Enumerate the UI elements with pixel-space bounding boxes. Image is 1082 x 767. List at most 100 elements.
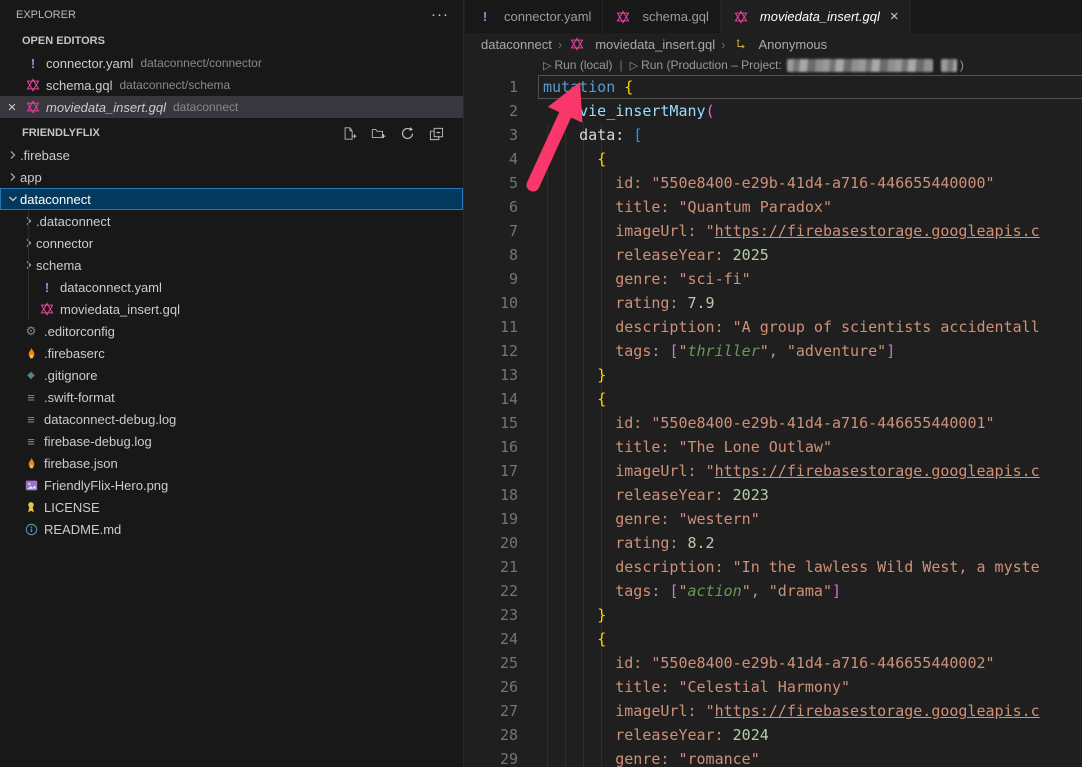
code-line[interactable]: 10 rating: 7.9: [465, 291, 1082, 315]
code-token: "Celestial Harmony": [678, 678, 850, 696]
run-icon: ▷: [543, 59, 551, 72]
code-token: [543, 318, 615, 336]
open-editors-header[interactable]: OPEN EDITORS: [0, 30, 463, 52]
graphql-icon: [24, 100, 42, 114]
breadcrumb-item-dataconnect[interactable]: dataconnect: [481, 37, 552, 52]
code-line[interactable]: 13 }: [465, 363, 1082, 387]
code-line[interactable]: 29 genre: "romance": [465, 747, 1082, 767]
tree-item-dataconnect[interactable]: dataconnect: [0, 188, 463, 210]
code-line[interactable]: 25 id: "550e8400-e29b-41d4-a716-44665544…: [465, 651, 1082, 675]
tab-moviedata-insert-gql[interactable]: moviedata_insert.gql×: [721, 0, 911, 33]
code-line[interactable]: 19 genre: "western": [465, 507, 1082, 531]
tree-item-friendlyflix-hero-png[interactable]: FriendlyFlix-Hero.png: [0, 474, 463, 496]
tree-item-label: .gitignore: [44, 368, 97, 383]
code-line[interactable]: 26 title: "Celestial Harmony": [465, 675, 1082, 699]
tab-schema-gql[interactable]: schema.gql: [603, 0, 720, 33]
tree-item--firebaserc[interactable]: .firebaserc: [0, 342, 463, 364]
graphql-icon: [614, 10, 632, 24]
line-number: 14: [465, 387, 518, 411]
code-line[interactable]: 14 {: [465, 387, 1082, 411]
code-token: imageUrl:: [615, 462, 696, 480]
new-file-button[interactable]: [340, 126, 362, 141]
code-line[interactable]: 15 id: "550e8400-e29b-41d4-a716-44665544…: [465, 411, 1082, 435]
code-token: ", "adventure": [760, 342, 886, 360]
info-glyph: [25, 523, 38, 536]
list-glyph: ≡: [27, 434, 35, 449]
new-folder-button[interactable]: [369, 126, 391, 141]
project-name-label: FRIENDLYFLIX: [22, 127, 100, 139]
tree-item--gitignore[interactable]: ◆.gitignore: [0, 364, 463, 386]
code-token: [697, 222, 706, 240]
refresh-explorer-button[interactable]: [398, 126, 420, 141]
tree-item-license[interactable]: LICENSE: [0, 496, 463, 518]
code-line-content: title: "Celestial Harmony": [543, 675, 850, 699]
tree-item-app[interactable]: app: [0, 166, 463, 188]
project-section-header[interactable]: FRIENDLYFLIX: [0, 122, 463, 144]
line-number: 9: [465, 267, 518, 291]
code-token: 7.9: [688, 294, 715, 312]
code-area[interactable]: 1mutation {2 movie_insertMany(3 data: [4…: [465, 75, 1082, 767]
tree-item-label: dataconnect-debug.log: [44, 412, 176, 427]
image-icon: [22, 479, 40, 492]
collapse-folders-button[interactable]: [427, 126, 449, 141]
code-token: [543, 606, 597, 624]
code-line[interactable]: 18 releaseYear: 2023: [465, 483, 1082, 507]
code-line[interactable]: 4 {: [465, 147, 1082, 171]
code-line[interactable]: 23 }: [465, 603, 1082, 627]
run-production-link[interactable]: ▷Run (Production – Project:: [630, 58, 782, 72]
tree-item--swift-format[interactable]: ≡.swift-format: [0, 386, 463, 408]
tree-item-schema[interactable]: schema: [0, 254, 463, 276]
code-token: releaseYear:: [615, 246, 723, 264]
code-line[interactable]: 6 title: "Quantum Paradox": [465, 195, 1082, 219]
explorer-sidebar: EXPLORER ··· OPEN EDITORS !connector.yam…: [0, 0, 464, 767]
code-line[interactable]: 17 imageUrl: "https://firebasestorage.go…: [465, 459, 1082, 483]
code-token: [: [633, 126, 642, 144]
code-line[interactable]: 24 {: [465, 627, 1082, 651]
more-actions-icon[interactable]: ···: [431, 10, 449, 20]
tree-item-moviedata-insert-gql[interactable]: moviedata_insert.gql: [0, 298, 463, 320]
tree-item--dataconnect[interactable]: .dataconnect: [0, 210, 463, 232]
line-number: 19: [465, 507, 518, 531]
code-line[interactable]: 11 description: "A group of scientists a…: [465, 315, 1082, 339]
open-editor-item[interactable]: !connector.yamldataconnect/connector: [0, 52, 463, 74]
code-line[interactable]: 22 tags: ["action", "drama"]: [465, 579, 1082, 603]
code-line[interactable]: 7 imageUrl: "https://firebasestorage.goo…: [465, 219, 1082, 243]
tree-item-firebase-debug-log[interactable]: ≡firebase-debug.log: [0, 430, 463, 452]
code-line[interactable]: 20 rating: 8.2: [465, 531, 1082, 555]
code-token: "A group of scientists accidentall: [733, 318, 1040, 336]
code-line[interactable]: 3 data: [: [465, 123, 1082, 147]
code-token: [543, 582, 615, 600]
tree-item-dataconnect-yaml[interactable]: !dataconnect.yaml: [0, 276, 463, 298]
tree-item-readme-md[interactable]: README.md: [0, 518, 463, 540]
code-line[interactable]: 1mutation {: [465, 75, 1082, 99]
open-editor-item[interactable]: schema.gqldataconnect/schema: [0, 74, 463, 96]
open-editor-description: dataconnect/schema: [119, 78, 230, 92]
code-line[interactable]: 2 movie_insertMany(: [465, 99, 1082, 123]
code-line[interactable]: 12 tags: ["thriller", "adventure"]: [465, 339, 1082, 363]
tree-item-connector[interactable]: connector: [0, 232, 463, 254]
tree-item-label: connector: [36, 236, 93, 251]
code-line[interactable]: 5 id: "550e8400-e29b-41d4-a716-446655440…: [465, 171, 1082, 195]
close-tab-icon[interactable]: ×: [890, 8, 899, 25]
code-line[interactable]: 27 imageUrl: "https://firebasestorage.go…: [465, 699, 1082, 723]
line-number: 7: [465, 219, 518, 243]
code-line[interactable]: 8 releaseYear: 2025: [465, 243, 1082, 267]
run-local-link[interactable]: ▷Run (local): [543, 58, 613, 72]
tab-connector-yaml[interactable]: !connector.yaml: [465, 0, 603, 33]
code-line[interactable]: 28 releaseYear: 2024: [465, 723, 1082, 747]
tree-item-firebase-json[interactable]: firebase.json: [0, 452, 463, 474]
breadcrumb-item-moviedata_insert.gql[interactable]: moviedata_insert.gql: [568, 37, 715, 52]
code-line[interactable]: 16 title: "The Lone Outlaw": [465, 435, 1082, 459]
tree-item--editorconfig[interactable]: ⚙.editorconfig: [0, 320, 463, 342]
code-line[interactable]: 21 description: "In the lawless Wild Wes…: [465, 555, 1082, 579]
open-editor-item[interactable]: ×moviedata_insert.gqldataconnect: [0, 96, 463, 118]
close-editor-icon[interactable]: ×: [0, 99, 24, 116]
tree-item--firebase[interactable]: .firebase: [0, 144, 463, 166]
breadcrumb-item-anonymous[interactable]: Anonymous: [732, 37, 828, 52]
code-token: }: [597, 606, 606, 624]
code-line-content: genre: "sci-fi": [543, 267, 751, 291]
graphql-glyph: [616, 10, 630, 24]
code-line[interactable]: 9 genre: "sci-fi": [465, 267, 1082, 291]
code-line-content: tags: ["thriller", "adventure"]: [543, 339, 895, 363]
tree-item-dataconnect-debug-log[interactable]: ≡dataconnect-debug.log: [0, 408, 463, 430]
